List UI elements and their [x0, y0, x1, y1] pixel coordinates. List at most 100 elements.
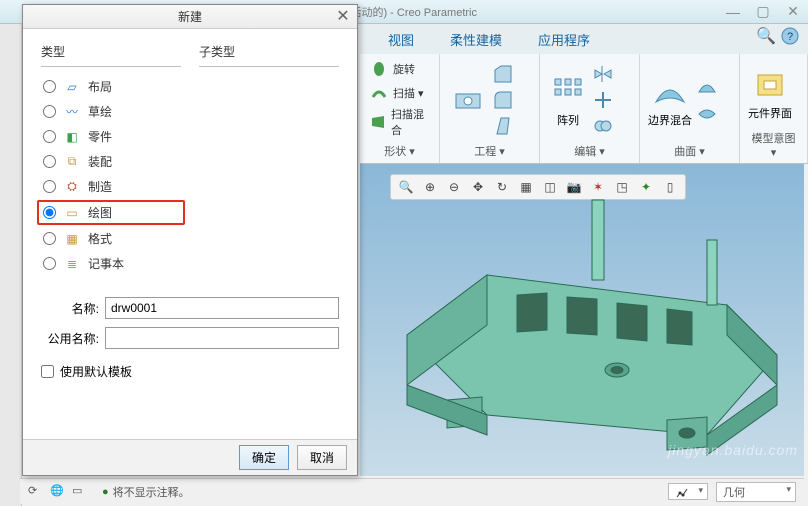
- component-interface-label[interactable]: 元件界面: [748, 105, 792, 121]
- type-label-mfg: 制造: [88, 178, 112, 195]
- ribbon-group-surface: 边界混合 曲面 ▾: [640, 54, 740, 163]
- layers-status-icon[interactable]: ▭: [72, 484, 88, 500]
- cancel-button[interactable]: 取消: [297, 445, 347, 470]
- name-label: 名称:: [41, 300, 99, 317]
- pattern-icon[interactable]: [548, 72, 588, 112]
- ribbon-group-intent: 元件界面 模型意图 ▾: [740, 54, 808, 163]
- type-radio-part[interactable]: [43, 130, 56, 143]
- type-option-layout[interactable]: ▱ 布局: [41, 77, 181, 96]
- tab-view[interactable]: 视图: [380, 26, 422, 53]
- status-message: 将不显示注释。: [113, 484, 190, 500]
- sweep-button[interactable]: 扫描 ▾: [368, 82, 431, 104]
- revolve-button[interactable]: 旋转: [368, 58, 431, 80]
- use-default-template-checkbox[interactable]: [41, 365, 54, 378]
- ribbon-group-shape: 旋转 扫描 ▾ 扫描混合 形状 ▾: [360, 54, 440, 163]
- surface-group-label: 曲面 ▾: [648, 141, 731, 159]
- draft-icon[interactable]: [492, 115, 514, 137]
- tab-flex-modeling[interactable]: 柔性建模: [442, 26, 510, 53]
- format-type-icon: ▦: [64, 231, 80, 247]
- swept-blend-button[interactable]: 扫描混合: [368, 106, 431, 138]
- svg-text:?: ?: [787, 31, 793, 43]
- type-label-format: 格式: [88, 230, 112, 247]
- sweep-icon: [368, 82, 390, 104]
- assembly-type-icon: ⧉: [64, 154, 80, 170]
- maximize-button[interactable]: ▢: [748, 1, 778, 23]
- common-name-input[interactable]: [105, 327, 339, 349]
- component-interface-icon[interactable]: [750, 65, 790, 105]
- type-radio-drawing[interactable]: [43, 206, 56, 219]
- type-radio-format[interactable]: [43, 232, 56, 245]
- type-option-notebook[interactable]: ≣记事本: [41, 254, 181, 273]
- ribbon-group-engineering: 工程 ▾: [440, 54, 540, 163]
- shape-group-label: 形状 ▾: [368, 141, 431, 159]
- mirror-icon[interactable]: [592, 63, 614, 85]
- merge-icon[interactable]: [592, 115, 614, 137]
- help-icon[interactable]: ?: [780, 26, 800, 46]
- shape-stack: 旋转 扫描 ▾ 扫描混合: [368, 58, 431, 138]
- type-radio-assembly[interactable]: [43, 155, 56, 168]
- type-label-sketch: 草绘: [88, 103, 112, 120]
- hole-icon[interactable]: [448, 80, 488, 120]
- search-help-icon[interactable]: 🔍: [756, 26, 776, 46]
- style-surface-icon[interactable]: [696, 103, 718, 125]
- swept-blend-icon: [368, 111, 388, 133]
- surface-items: 边界混合: [648, 58, 731, 141]
- ribbon-panel: 旋转 扫描 ▾ 扫描混合 形状 ▾ 工程 ▾: [360, 54, 808, 164]
- type-option-assembly[interactable]: ⧉ 装配: [41, 152, 181, 171]
- template-checkbox-row: 使用默认模板: [41, 363, 339, 380]
- model-render: [360, 194, 804, 476]
- type-header: 类型: [41, 43, 181, 67]
- intent-group-label: 模型意图 ▾: [748, 128, 799, 159]
- fill-surface-icon[interactable]: [696, 75, 718, 97]
- type-option-drawing[interactable]: ▭绘图: [37, 200, 185, 225]
- ribbon-group-edit: 阵列 编辑 ▾: [540, 54, 640, 163]
- web-status-icon[interactable]: 🌐: [50, 484, 66, 500]
- chamfer-icon[interactable]: [492, 63, 514, 85]
- graphics-viewport[interactable]: 🔍 ⊕ ⊖ ✥ ↻ ▦ ◫ 📷 ✶ ◳ ✦ ▯: [360, 164, 804, 476]
- layout-type-icon: ▱: [64, 79, 80, 95]
- dialog-close-button[interactable]: ✕: [333, 7, 353, 25]
- selection-filter-dropdown[interactable]: 几何: [716, 482, 796, 502]
- boundary-blend-label[interactable]: 边界混合: [648, 112, 692, 128]
- help-area: 🔍 ?: [756, 26, 800, 46]
- boundary-blend-icon[interactable]: [650, 72, 690, 112]
- close-window-button[interactable]: ✕: [778, 1, 808, 23]
- type-label-layout: 布局: [88, 78, 112, 95]
- trim-icon[interactable]: [592, 89, 614, 111]
- type-radio-notebook[interactable]: [43, 257, 56, 270]
- round-icon[interactable]: [492, 89, 514, 111]
- dialog-footer: 确定 取消: [23, 439, 357, 475]
- engineering-group-label: 工程 ▾: [448, 141, 531, 159]
- notebook-type-icon: ≣: [64, 256, 80, 272]
- part-type-icon: ◧: [64, 129, 80, 145]
- dialog-titlebar: 新建 ✕: [23, 5, 357, 29]
- sketch-type-icon: 〰: [64, 104, 80, 120]
- type-radio-mfg[interactable]: [43, 180, 56, 193]
- common-name-label: 公用名称:: [41, 330, 99, 347]
- tab-applications[interactable]: 应用程序: [530, 26, 598, 53]
- type-label-assembly: 装配: [88, 153, 112, 170]
- regen-status-icon[interactable]: ⟳: [28, 484, 44, 500]
- type-radio-sketch[interactable]: [43, 105, 56, 118]
- new-file-dialog: 新建 ✕ 类型 ▱布局〰草绘◧零件⧉装配⛭制造▭绘图▦格式≣记事本 子类型 名称…: [22, 4, 358, 476]
- type-column: 类型 ▱布局〰草绘◧零件⧉装配⛭制造▭绘图▦格式≣记事本: [41, 43, 181, 273]
- type-option-sketch[interactable]: 〰草绘: [41, 102, 181, 121]
- type-label-drawing: 绘图: [88, 204, 112, 221]
- find-dropdown[interactable]: [668, 483, 708, 499]
- type-option-format[interactable]: ▦ 格式: [41, 229, 181, 248]
- name-input[interactable]: [105, 297, 339, 319]
- type-list: ▱布局〰草绘◧零件⧉装配⛭制造▭绘图▦格式≣记事本: [41, 77, 181, 273]
- type-option-mfg[interactable]: ⛭ 制造: [41, 177, 181, 196]
- type-label-part: 零件: [88, 128, 112, 145]
- intent-items: 元件界面: [748, 58, 799, 128]
- mfg-type-icon: ⛭: [64, 179, 80, 195]
- window-controls: — ▢ ✕: [718, 1, 808, 23]
- status-icons: ⟳ 🌐 ▭: [20, 484, 96, 500]
- dialog-title: 新建: [178, 8, 202, 25]
- ok-button[interactable]: 确定: [239, 445, 289, 470]
- pattern-label[interactable]: 阵列: [557, 112, 579, 128]
- minimize-button[interactable]: —: [718, 1, 748, 23]
- edit-items: 阵列: [548, 58, 631, 141]
- type-radio-layout[interactable]: [43, 80, 56, 93]
- type-option-part[interactable]: ◧ 零件: [41, 127, 181, 146]
